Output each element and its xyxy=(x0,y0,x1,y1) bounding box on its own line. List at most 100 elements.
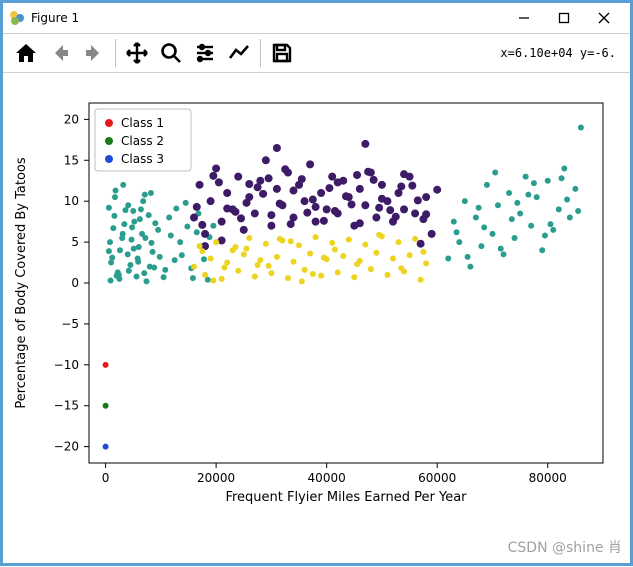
scatter-point xyxy=(306,160,314,168)
window-maximize-button[interactable] xyxy=(544,4,584,32)
scatter-point xyxy=(161,274,167,280)
y-axis-label: Percentage of Body Covered By Tatoos xyxy=(14,157,29,409)
back-button[interactable] xyxy=(43,36,77,70)
x-tick-label: 40000 xyxy=(308,471,346,485)
app-icon xyxy=(9,10,25,26)
toolbar-separator xyxy=(115,39,116,67)
scatter-point xyxy=(331,207,339,215)
scatter-point xyxy=(142,192,148,198)
scatter-point xyxy=(198,221,206,229)
scatter-point xyxy=(140,198,146,204)
scatter-point xyxy=(245,180,253,188)
scatter-point xyxy=(127,262,133,268)
scatter-point xyxy=(342,192,350,200)
scatter-point xyxy=(411,209,419,217)
forward-button[interactable] xyxy=(77,36,111,70)
scatter-point xyxy=(407,252,413,258)
scatter-point xyxy=(263,241,269,247)
home-button[interactable] xyxy=(9,36,43,70)
scatter-point xyxy=(303,209,311,217)
scatter-point xyxy=(398,265,404,271)
scatter-point xyxy=(575,208,581,214)
scatter-point xyxy=(172,257,178,263)
scatter-point xyxy=(276,200,284,208)
scatter-point xyxy=(312,218,320,226)
scatter-point xyxy=(313,234,319,240)
coordinate-readout: x=6.10e+04 y=-6. xyxy=(500,46,624,60)
scatter-point xyxy=(152,220,158,226)
scatter-point xyxy=(139,231,145,237)
scatter-point xyxy=(361,140,369,148)
scatter-point xyxy=(184,224,190,230)
scatter-point xyxy=(241,251,247,257)
scatter-point xyxy=(113,188,119,194)
scatter-point xyxy=(353,171,361,179)
edit-axes-button[interactable] xyxy=(222,36,256,70)
scatter-point xyxy=(531,180,537,186)
scatter-point xyxy=(451,219,457,225)
scatter-point xyxy=(201,230,209,238)
scatter-point xyxy=(277,236,283,242)
scatter-plot[interactable]: 020000400006000080000 −20−15−10−50510152… xyxy=(3,73,630,563)
scatter-point xyxy=(378,181,386,189)
scatter-point xyxy=(310,271,316,277)
scatter-point xyxy=(266,263,272,269)
legend-marker xyxy=(105,119,113,127)
legend: Class 1Class 2Class 3 xyxy=(95,109,191,171)
scatter-point xyxy=(417,240,425,248)
scatter-point xyxy=(251,209,259,217)
scatter-point xyxy=(454,229,460,235)
scatter-point xyxy=(267,211,275,219)
scatter-point xyxy=(162,267,168,273)
scatter-point xyxy=(157,254,163,260)
window-close-button[interactable] xyxy=(584,4,624,32)
y-tick-label: −10 xyxy=(54,358,79,372)
scatter-point xyxy=(528,223,534,229)
scatter-point xyxy=(362,242,368,248)
scatter-point xyxy=(190,275,196,281)
scatter-point xyxy=(542,233,548,239)
scatter-point xyxy=(254,183,262,191)
figure-canvas[interactable]: 020000400006000080000 −20−15−10−50510152… xyxy=(3,73,630,563)
scatter-point xyxy=(564,197,570,203)
scatter-point xyxy=(476,205,482,211)
scatter-point xyxy=(332,246,338,252)
scatter-point xyxy=(334,178,342,186)
scatter-point xyxy=(213,239,219,245)
scatter-point xyxy=(492,170,498,176)
zoom-button[interactable] xyxy=(154,36,188,70)
scatter-point xyxy=(323,205,331,213)
scatter-point xyxy=(481,224,487,230)
save-button[interactable] xyxy=(265,36,299,70)
x-tick-label: 20000 xyxy=(197,471,235,485)
scatter-point xyxy=(177,239,183,245)
scatter-point xyxy=(298,175,306,183)
scatter-point xyxy=(223,189,231,197)
scatter-point xyxy=(512,235,518,241)
scatter-point xyxy=(240,226,248,234)
scatter-point xyxy=(423,260,429,266)
pan-button[interactable] xyxy=(120,36,154,70)
scatter-point xyxy=(112,194,118,200)
scatter-point xyxy=(420,249,426,255)
x-tick-label: 60000 xyxy=(418,471,456,485)
scatter-point xyxy=(320,217,328,225)
scatter-point xyxy=(465,254,471,260)
scatter-point xyxy=(412,236,418,242)
scatter-point xyxy=(246,235,252,241)
scatter-point xyxy=(484,182,490,188)
scatter-point xyxy=(433,186,441,194)
configure-subplots-button[interactable] xyxy=(188,36,222,70)
scatter-point xyxy=(190,214,198,222)
x-tick-label: 0 xyxy=(102,471,110,485)
scatter-point xyxy=(396,239,402,245)
scatter-point xyxy=(340,253,346,259)
window-titlebar: Figure 1 xyxy=(3,3,630,33)
scatter-point xyxy=(348,200,356,208)
scatter-point xyxy=(199,248,205,254)
scatter-point xyxy=(273,144,281,152)
window-minimize-button[interactable] xyxy=(504,4,544,32)
scatter-point xyxy=(539,247,545,253)
scatter-point xyxy=(525,192,531,198)
scatter-point xyxy=(288,238,294,244)
